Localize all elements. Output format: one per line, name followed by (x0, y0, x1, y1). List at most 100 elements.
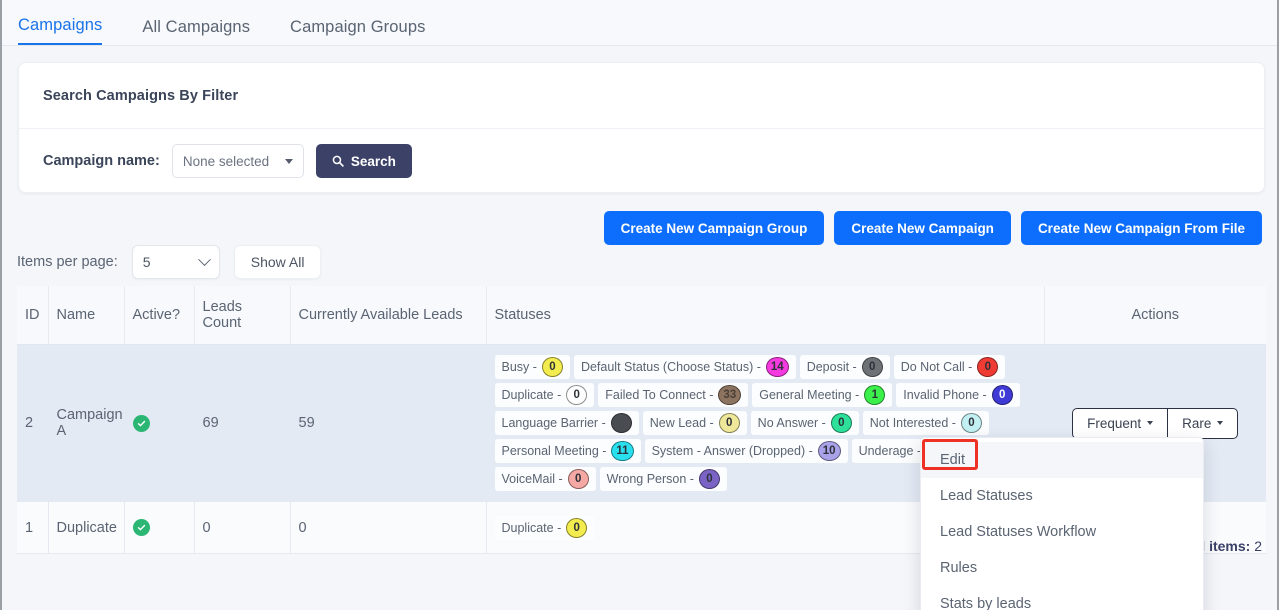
create-new-campaign-group-button[interactable]: Create New Campaign Group (603, 211, 825, 245)
status-chip[interactable]: Busy - 0 (494, 355, 570, 379)
status-chip-count: 0 (830, 413, 852, 433)
campaign-name-select[interactable]: None selected (171, 144, 304, 178)
items-per-page-label: Items per page: (17, 254, 118, 270)
menu-item-lead-statuses-workflow[interactable]: Lead Statuses Workflow (921, 514, 1203, 550)
col-header-name[interactable]: Name (48, 286, 125, 345)
active-check-icon (132, 519, 150, 536)
status-chip-count: 1 (864, 385, 886, 405)
cell-leads-count: 0 (194, 501, 291, 554)
status-chip-label: No Answer - (757, 416, 826, 430)
col-header-id[interactable]: ID (17, 286, 49, 345)
col-header-leads-count[interactable]: Leads Count (194, 286, 291, 345)
status-chip-label: System - Answer (Dropped) - (651, 444, 813, 458)
status-chip-count: 0 (567, 469, 589, 489)
search-icon (332, 155, 344, 167)
status-chip[interactable]: Duplicate - 0 (494, 515, 595, 540)
search-filter-card: Search Campaigns By Filter Campaign name… (18, 62, 1265, 193)
status-chip-label: Deposit - (806, 360, 857, 374)
menu-item-rules[interactable]: Rules (921, 550, 1203, 586)
status-chip[interactable]: Failed To Connect - 33 (598, 383, 749, 407)
status-chip-count: 33 (718, 385, 742, 405)
status-chip-count: 0 (861, 357, 883, 377)
cell-leads-count: 69 (194, 344, 291, 502)
status-chip-label: Failed To Connect - (605, 388, 714, 402)
status-chip[interactable]: New Lead - 0 (642, 411, 747, 435)
status-chip[interactable]: VoiceMail - 0 (494, 467, 596, 491)
status-chip[interactable]: Duplicate - 0 (494, 383, 595, 407)
col-header-actions: Actions (1044, 286, 1266, 345)
search-card-title: Search Campaigns By Filter (43, 87, 239, 104)
cell-id: 2 (17, 344, 49, 502)
status-chip[interactable]: Invalid Phone - 0 (896, 383, 1020, 407)
menu-item-stats-by-leads[interactable]: Stats by leads (921, 586, 1203, 610)
cell-available-leads: 59 (290, 344, 487, 502)
cell-available-leads: 0 (290, 501, 487, 554)
total-items-value: 2 (1254, 538, 1262, 554)
col-header-available-leads[interactable]: Currently Available Leads (290, 286, 487, 345)
campaign-name-label: Campaign name: (43, 153, 160, 169)
tab-all-campaigns-label: All Campaigns (142, 17, 251, 36)
action-button-rare[interactable]: Rare (1167, 407, 1239, 439)
chevron-down-icon (284, 158, 293, 164)
chevron-down-icon (197, 252, 211, 266)
show-all-button[interactable]: Show All (233, 245, 322, 279)
status-chip[interactable]: System - Answer (Dropped) - 10 (644, 439, 848, 463)
search-button[interactable]: Search (315, 144, 412, 178)
menu-item-lead-statuses[interactable]: Lead Statuses (921, 478, 1203, 514)
status-chip-label: VoiceMail - (501, 472, 563, 486)
status-chip[interactable]: General Meeting - 1 (752, 383, 893, 407)
create-new-campaign-button[interactable]: Create New Campaign (834, 211, 1011, 245)
items-per-page-value: 5 (142, 254, 151, 270)
status-chip-count: 0 (698, 469, 720, 489)
search-card-header: Search Campaigns By Filter (19, 63, 1264, 129)
status-chip-count: 0 (960, 413, 982, 433)
col-header-active[interactable]: Active? (124, 286, 195, 345)
action-button-frequent[interactable]: Frequent (1072, 407, 1168, 439)
status-chip[interactable]: Personal Meeting - 11 (494, 439, 641, 463)
status-chip-label: Personal Meeting - (501, 444, 607, 458)
status-chip-label: Not Interested - (869, 416, 956, 430)
status-chip[interactable]: Do Not Call - 0 (893, 355, 1006, 379)
create-new-campaign-from-file-button[interactable]: Create New Campaign From File (1020, 211, 1262, 245)
status-chip-count: 0 (566, 385, 588, 405)
status-chip[interactable]: Wrong Person - 0 (599, 467, 727, 491)
status-chip-count: 0 (566, 517, 588, 538)
status-chip[interactable]: Not Interested - 0 (862, 411, 989, 435)
actions-dropdown-menu: Edit Lead Statuses Lead Statuses Workflow R… (920, 437, 1204, 610)
status-chip-label: Underage - (858, 444, 922, 458)
status-chip-count: 10 (817, 441, 841, 461)
chevron-down-icon (1147, 421, 1154, 425)
col-header-statuses[interactable]: Statuses (486, 286, 1045, 345)
tab-campaign-groups[interactable]: Campaign Groups (290, 17, 426, 46)
status-chip-count (610, 413, 632, 433)
status-chip-count: 11 (611, 441, 634, 461)
status-chip[interactable]: Default Status (Choose Status) - 14 (573, 355, 796, 379)
status-chip-label: General Meeting - (759, 388, 860, 402)
cell-id: 1 (17, 501, 49, 554)
search-card-body: Campaign name: None selected Search (19, 129, 1264, 193)
items-per-page-row: Items per page: 5 Show All (17, 245, 322, 279)
status-chip[interactable]: No Answer - 0 (750, 411, 859, 435)
create-buttons-row: Create New Campaign Group Create New Cam… (603, 211, 1262, 245)
tab-campaigns[interactable]: Campaigns (18, 15, 103, 45)
status-chip-label: Wrong Person - (606, 472, 694, 486)
action-button-label: Rare (1182, 415, 1212, 431)
chevron-down-icon (1217, 421, 1224, 425)
cell-active (124, 501, 195, 554)
tab-all-campaigns[interactable]: All Campaigns (142, 17, 251, 46)
action-button-label: Frequent (1087, 415, 1142, 431)
table-header-row: ID Name Active? Leads Count Currently Av… (17, 286, 1266, 345)
status-chip-label: Language Barrier - (501, 416, 606, 430)
status-chip-count: 0 (718, 413, 740, 433)
tab-bar: Campaigns All Campaigns Campaign Groups (2, 0, 1277, 46)
status-chip[interactable]: Deposit - 0 (799, 355, 890, 379)
campaign-name-value: None selected (182, 153, 270, 169)
tab-campaign-groups-label: Campaign Groups (290, 17, 426, 36)
cell-active (124, 344, 195, 502)
menu-item-edit[interactable]: Edit (921, 442, 1203, 478)
tab-campaigns-label: Campaigns (18, 15, 103, 34)
status-chip-label: Invalid Phone - (903, 388, 987, 402)
items-per-page-select[interactable]: 5 (131, 245, 220, 279)
status-chip[interactable]: Language Barrier - (494, 411, 639, 435)
active-check-icon (132, 414, 150, 432)
